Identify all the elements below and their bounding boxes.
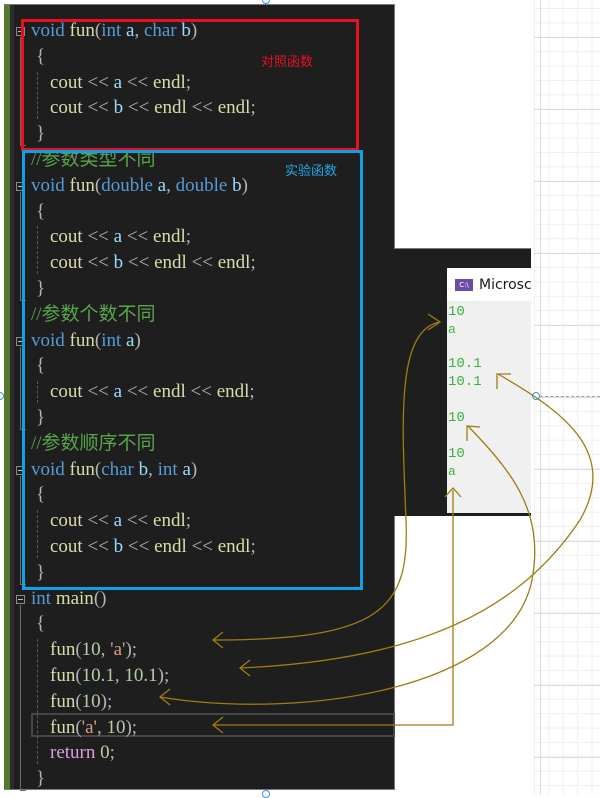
code-line[interactable]: { [36,611,45,637]
connector-dashed-line [540,396,600,397]
code-line[interactable]: fun(10.1, 10.1); [31,663,169,689]
control-function-box [21,19,359,151]
code-line[interactable]: fun('a', 10); [31,715,137,741]
code-editor[interactable]: void fun(int a, char b){ cout << a << en… [4,4,395,792]
console-output-line: 10 [448,304,465,320]
code-token: 10.1 [124,665,158,686]
code-token: , [114,665,125,686]
code-token: ); [157,665,170,686]
code-token: 10 [106,716,126,738]
code-token: 'a' [110,639,126,661]
console-output-line: 10 [448,410,465,426]
code-token: fun [50,639,76,661]
code-token: 10 [81,639,101,661]
console-output-line: 10.1 [448,356,482,372]
code-token: 10.1 [81,665,115,686]
console-app-icon: C:\ [455,278,473,291]
editor-gutter [10,5,14,789]
code-token: ); [125,639,138,661]
console-title-bar[interactable]: C:\ Microsc [447,268,531,301]
code-token: , [96,716,107,738]
code-token: ); [125,716,138,738]
code-token: , [100,639,111,661]
code-token: } [36,768,46,790]
console-output-line: a [448,322,456,337]
code-token: int [31,587,56,609]
connector-handle-bottom[interactable] [262,790,270,798]
experiment-function-box [22,150,363,590]
connector-handle[interactable] [532,392,540,400]
code-line[interactable]: } [36,766,45,792]
debug-console-window[interactable]: C:\ Microsc 10 a 10.1 10.1 10 10 a [447,268,531,513]
code-token: return [50,742,96,764]
code-token: 10 [81,690,101,712]
indent-guide [37,639,38,765]
code-token: 0 [100,742,110,764]
console-output-line: 10.1 [448,374,482,390]
fold-region-line [20,346,21,429]
fold-toggle-icon[interactable] [16,594,25,604]
code-token: fun [50,690,76,712]
code-line[interactable]: fun(10); [31,689,112,715]
code-token: main [55,587,94,609]
fold-region-end [20,790,26,792]
code-token: { [36,613,46,635]
console-output-line: a [448,464,456,479]
fold-region-line [20,604,21,791]
code-token: fun [50,716,76,738]
code-line[interactable]: fun(10, 'a'); [31,637,137,663]
console-title: Microsc [479,276,531,293]
code-token: 'a' [81,716,97,738]
fold-region-line [20,191,21,300]
control-function-label: 对照函数 [261,55,314,70]
fold-region-line [20,475,21,584]
console-output-line: 10 [448,446,465,462]
code-token: ); [100,690,113,712]
diagram-grid-canvas [534,0,600,795]
code-token: ; [109,742,115,764]
code-token: fun [50,665,76,686]
code-token: () [93,587,107,609]
code-line[interactable]: return 0; [31,740,115,766]
experiment-function-label: 实验函数 [285,164,338,179]
